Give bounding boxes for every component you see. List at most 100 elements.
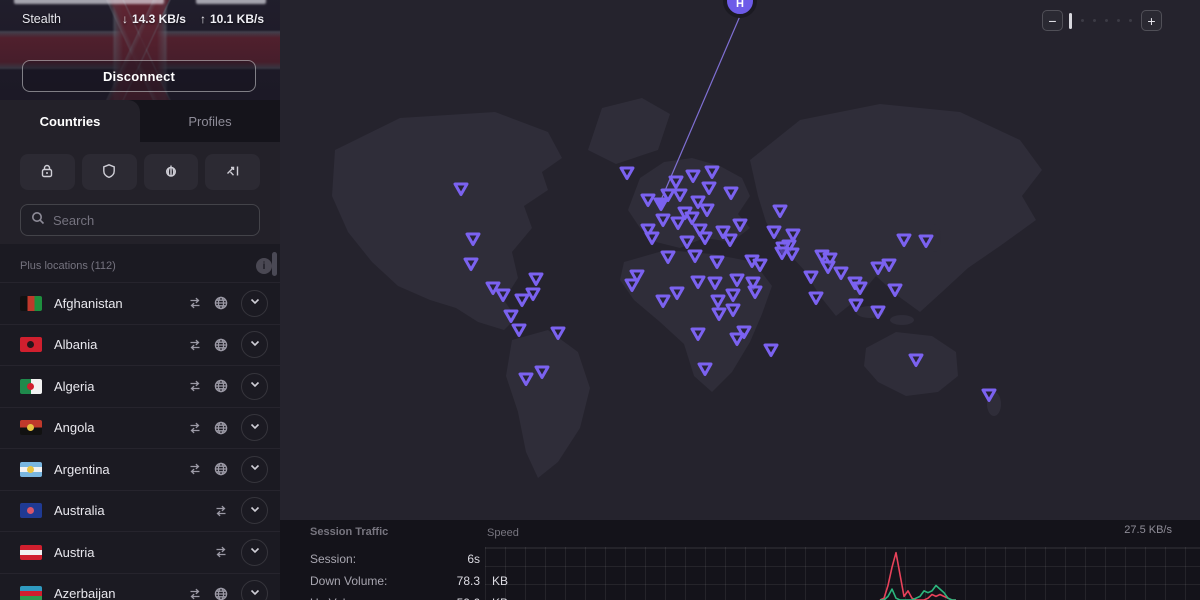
zoom-out-button[interactable]: − <box>1042 10 1063 31</box>
sidebar: Stealth ↓14.3 KB/s ↑10.1 KB/s Disconnect… <box>0 0 280 600</box>
p2p-arrows-icon <box>225 163 241 182</box>
stat-label: Up Volume: <box>310 596 420 600</box>
globe-icon[interactable] <box>211 376 231 396</box>
server-pin[interactable] <box>527 289 539 300</box>
chevron-down-icon <box>249 336 261 354</box>
country-row[interactable]: Algeria <box>0 365 280 407</box>
streaming-swap-icon[interactable] <box>211 542 231 562</box>
server-pin[interactable] <box>530 274 542 285</box>
sidebar-tabs: Countries Profiles <box>0 100 280 142</box>
streaming-swap-icon[interactable] <box>185 376 205 396</box>
chevron-down-icon <box>249 543 261 561</box>
server-name-clipped <box>14 0 266 9</box>
stat-label: Session: <box>310 552 420 566</box>
netshield-filter-button[interactable] <box>82 154 137 190</box>
expand-country-button[interactable] <box>241 414 268 441</box>
speed-indicators: ↓14.3 KB/s ↑10.1 KB/s <box>122 12 264 26</box>
expand-country-button[interactable] <box>241 290 268 317</box>
server-pin[interactable] <box>513 325 525 336</box>
expand-country-button[interactable] <box>241 539 268 566</box>
sidebar-scrollbar[interactable] <box>272 252 277 276</box>
search-input[interactable] <box>53 213 249 228</box>
chevron-down-icon <box>249 585 261 600</box>
download-arrow-icon: ↓ <box>122 12 128 26</box>
server-pin[interactable] <box>810 293 822 304</box>
upload-arrow-icon: ↑ <box>200 12 206 26</box>
globe-icon[interactable] <box>211 459 231 479</box>
stat-label: Down Volume: <box>310 574 420 588</box>
server-pin[interactable] <box>699 233 711 244</box>
filters-panel <box>0 142 280 244</box>
p2p-filter-button[interactable] <box>205 154 260 190</box>
server-meta-blur <box>196 0 266 4</box>
speed-chart: Speed 27.5 KB/s <box>485 520 1200 600</box>
speed-chart-title: Speed <box>487 527 519 539</box>
country-name: Azerbaijan <box>54 586 185 600</box>
country-name: Austria <box>54 545 211 560</box>
country-row[interactable]: Afghanistan <box>0 282 280 324</box>
locations-header: Plus locations (112) i <box>0 244 280 282</box>
streaming-swap-icon[interactable] <box>185 293 205 313</box>
chevron-down-icon <box>249 419 261 437</box>
country-flag-icon <box>20 379 42 394</box>
info-icon[interactable]: i <box>256 258 272 274</box>
country-row[interactable]: Azerbaijan <box>0 573 280 600</box>
country-row[interactable]: Austria <box>0 531 280 573</box>
tab-countries[interactable]: Countries <box>0 100 140 142</box>
country-row[interactable]: Albania <box>0 324 280 366</box>
secure-core-filter-button[interactable] <box>20 154 75 190</box>
expand-country-button[interactable] <box>241 580 268 600</box>
streaming-swap-icon[interactable] <box>185 459 205 479</box>
server-name-blur <box>14 0 164 4</box>
country-flag-icon <box>20 462 42 477</box>
country-flag-icon <box>20 296 42 311</box>
expand-country-button[interactable] <box>241 497 268 524</box>
zoom-in-button[interactable]: + <box>1141 10 1162 31</box>
search-icon <box>31 211 45 230</box>
speed-max-label: 27.5 KB/s <box>1124 524 1172 536</box>
stat-value: 78.3 <box>420 574 480 588</box>
flag-emblem <box>27 466 34 473</box>
streaming-swap-icon[interactable] <box>185 335 205 355</box>
speed-line-upload <box>880 586 956 600</box>
expand-country-button[interactable] <box>241 373 268 400</box>
country-flag-icon <box>20 503 42 518</box>
country-row[interactable]: Angola <box>0 407 280 449</box>
country-name: Angola <box>54 420 185 435</box>
country-row[interactable]: Australia <box>0 490 280 532</box>
world-map-canvas[interactable]: H − + <box>280 0 1200 600</box>
country-row[interactable]: Argentina <box>0 448 280 490</box>
chevron-down-icon <box>249 460 261 478</box>
disconnect-button[interactable]: Disconnect <box>22 60 256 92</box>
upload-speed: ↑10.1 KB/s <box>200 12 264 26</box>
server-pin[interactable] <box>724 235 736 246</box>
server-pin[interactable] <box>776 248 788 259</box>
server-pin[interactable] <box>516 295 528 306</box>
zoom-slider[interactable] <box>1069 13 1135 29</box>
globe-icon[interactable] <box>211 418 231 438</box>
globe-icon[interactable] <box>211 335 231 355</box>
search-box[interactable] <box>20 204 260 236</box>
server-pin[interactable] <box>621 168 633 179</box>
server-pin[interactable] <box>765 345 777 356</box>
country-flag-icon <box>20 545 42 560</box>
shield-icon <box>101 163 117 182</box>
streaming-swap-icon[interactable] <box>185 418 205 438</box>
expand-country-button[interactable] <box>241 456 268 483</box>
connection-card: Stealth ↓14.3 KB/s ↑10.1 KB/s Disconnect <box>0 0 280 100</box>
globe-icon[interactable] <box>211 584 231 600</box>
feature-filter-row <box>20 154 260 190</box>
streaming-swap-icon[interactable] <box>211 501 231 521</box>
tor-filter-button[interactable] <box>144 154 199 190</box>
flag-emblem <box>27 341 34 348</box>
vpn-app-window: Stealth ↓14.3 KB/s ↑10.1 KB/s Disconnect… <box>0 0 1200 600</box>
country-name: Albania <box>54 337 185 352</box>
zoom-slider-handle[interactable] <box>1069 13 1072 29</box>
globe-icon[interactable] <box>211 293 231 313</box>
expand-country-button[interactable] <box>241 331 268 358</box>
tor-onion-icon <box>163 163 179 182</box>
streaming-swap-icon[interactable] <box>185 584 205 600</box>
stat-value: 6s <box>420 552 480 566</box>
stat-value: 59.6 <box>420 596 480 600</box>
tab-profiles[interactable]: Profiles <box>140 100 280 142</box>
